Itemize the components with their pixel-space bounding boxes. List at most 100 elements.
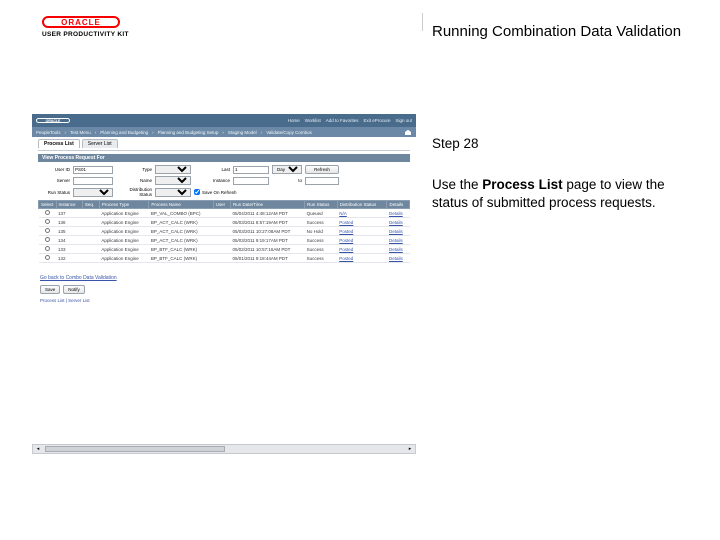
ps-link-fav[interactable]: Add to Favorites: [326, 118, 359, 123]
ps-link-worklist[interactable]: Worklist: [305, 118, 321, 123]
scroll-left-icon[interactable]: ◂: [33, 445, 43, 453]
input-server[interactable]: [73, 177, 113, 185]
cell: BP_ACT_CALC (WRK): [149, 218, 213, 227]
ps-top-links: Home Worklist Add to Favorites Exit ePro…: [288, 118, 412, 123]
breadcrumb: PeopleTools› Test Menu› Planning and Bud…: [32, 127, 416, 137]
dist-status-link[interactable]: Posted: [339, 238, 353, 243]
details-link[interactable]: Details: [389, 229, 403, 234]
cell: No Hold: [305, 227, 338, 236]
horizontal-scrollbar[interactable]: ◂ ▸: [32, 444, 416, 454]
dist-status-link[interactable]: Posted: [339, 256, 353, 261]
scroll-right-icon[interactable]: ▸: [405, 445, 415, 453]
dist-status-link[interactable]: Posted: [339, 229, 353, 234]
col-7[interactable]: Run Status: [305, 201, 338, 209]
scroll-thumb[interactable]: [45, 446, 225, 452]
bc-1[interactable]: Test Menu: [70, 130, 91, 135]
row-select[interactable]: [45, 246, 50, 251]
details-link[interactable]: Details: [389, 220, 403, 225]
cell: [213, 227, 230, 236]
col-3[interactable]: Process Type: [99, 201, 148, 209]
col-0[interactable]: Select: [39, 201, 57, 209]
bottom-tab-links[interactable]: Process List | Server List: [40, 298, 408, 303]
col-4[interactable]: Process Name: [149, 201, 213, 209]
cell: Details: [387, 254, 410, 263]
row-select[interactable]: [45, 255, 50, 260]
lbl-userid: User ID: [40, 167, 70, 172]
cell: 05/03/2011 8:57:19AM PDT: [230, 218, 304, 227]
ps-link-home[interactable]: Home: [288, 118, 300, 123]
ps-link-exit[interactable]: Exit eProcure: [363, 118, 390, 123]
details-link[interactable]: Details: [389, 211, 403, 216]
bc-3[interactable]: Planning and Budgeting Setup: [158, 130, 219, 135]
cell[interactable]: [39, 218, 57, 227]
cell[interactable]: [39, 227, 57, 236]
action-buttons: Save Notify: [40, 285, 408, 294]
details-link[interactable]: Details: [389, 238, 403, 243]
col-5[interactable]: User: [213, 201, 230, 209]
step-text: Use the Process List page to view the st…: [432, 176, 690, 212]
bc-0[interactable]: PeopleTools: [36, 130, 61, 135]
select-name[interactable]: [155, 176, 191, 185]
select-type[interactable]: [155, 165, 191, 174]
lbl-diststatus: Distribution Status: [116, 187, 152, 197]
cell: 135: [56, 227, 82, 236]
input-to[interactable]: [305, 177, 339, 185]
cell: Application Engine: [99, 254, 148, 263]
save-on-refresh-checkbox[interactable]: [194, 189, 200, 195]
cell: [213, 245, 230, 254]
cell: BP_BTF_CALC (WRK): [149, 245, 213, 254]
cell[interactable]: [39, 236, 57, 245]
select-range[interactable]: Days: [272, 165, 302, 174]
dist-status-link[interactable]: Posted: [339, 247, 353, 252]
save-button[interactable]: Save: [40, 285, 60, 294]
bc-2[interactable]: Planning and Budgeting: [100, 130, 148, 135]
col-2[interactable]: Seq.: [82, 201, 99, 209]
brand-block: ORACLE USER PRODUCTIVITY KIT: [42, 16, 129, 38]
cell: BP_ACT_CALC (WRK): [149, 227, 213, 236]
dist-status-link[interactable]: N/A: [339, 211, 347, 216]
ps-topbar: ORACLE Home Worklist Add to Favorites Ex…: [32, 114, 416, 127]
details-link[interactable]: Details: [389, 247, 403, 252]
cell: Application Engine: [99, 245, 148, 254]
col-9[interactable]: Details: [387, 201, 410, 209]
bc-5[interactable]: Validate/Copy Combos: [266, 130, 312, 135]
input-instance[interactable]: [233, 177, 269, 185]
select-diststatus[interactable]: [155, 188, 191, 197]
cell: [82, 245, 99, 254]
col-1[interactable]: Instance: [56, 201, 82, 209]
col-6[interactable]: Run Date/Time: [230, 201, 304, 209]
lbl-runstatus: Run Status: [40, 190, 70, 195]
lbl-last: Last: [194, 167, 230, 172]
save-on-refresh[interactable]: Save On Refresh: [194, 189, 302, 195]
table-row: 136Application EngineBP_ACT_CALC (WRK)05…: [39, 218, 410, 227]
select-runstatus[interactable]: [73, 188, 113, 197]
notify-button[interactable]: Notify: [63, 285, 85, 294]
cell: 137: [56, 209, 82, 218]
cell[interactable]: [39, 254, 57, 263]
bc-home-icon[interactable]: [404, 129, 412, 135]
cell[interactable]: [39, 245, 57, 254]
input-userid[interactable]: [73, 166, 113, 174]
table-row: 132Application EngineBP_BTF_CALC (WRK)05…: [39, 254, 410, 263]
bc-4[interactable]: Staging Model: [228, 130, 257, 135]
row-select[interactable]: [45, 219, 50, 224]
dist-status-link[interactable]: Posted: [339, 220, 353, 225]
row-select[interactable]: [45, 228, 50, 233]
cell: [213, 236, 230, 245]
cell: Details: [387, 218, 410, 227]
row-select[interactable]: [45, 210, 50, 215]
col-8[interactable]: Distribution Status: [337, 201, 387, 209]
ps-link-signout[interactable]: Sign out: [395, 118, 412, 123]
tab-process-list[interactable]: Process List: [38, 139, 80, 148]
details-link[interactable]: Details: [389, 256, 403, 261]
tab-server-list[interactable]: Server List: [82, 139, 118, 148]
cell: [82, 209, 99, 218]
cell: Application Engine: [99, 209, 148, 218]
refresh-button[interactable]: Refresh: [305, 165, 339, 174]
cell: Application Engine: [99, 227, 148, 236]
cell[interactable]: [39, 209, 57, 218]
row-select[interactable]: [45, 237, 50, 242]
cell: Success: [305, 245, 338, 254]
input-last[interactable]: [233, 166, 269, 174]
back-link[interactable]: Go back to Combo Data Validation: [40, 275, 117, 281]
